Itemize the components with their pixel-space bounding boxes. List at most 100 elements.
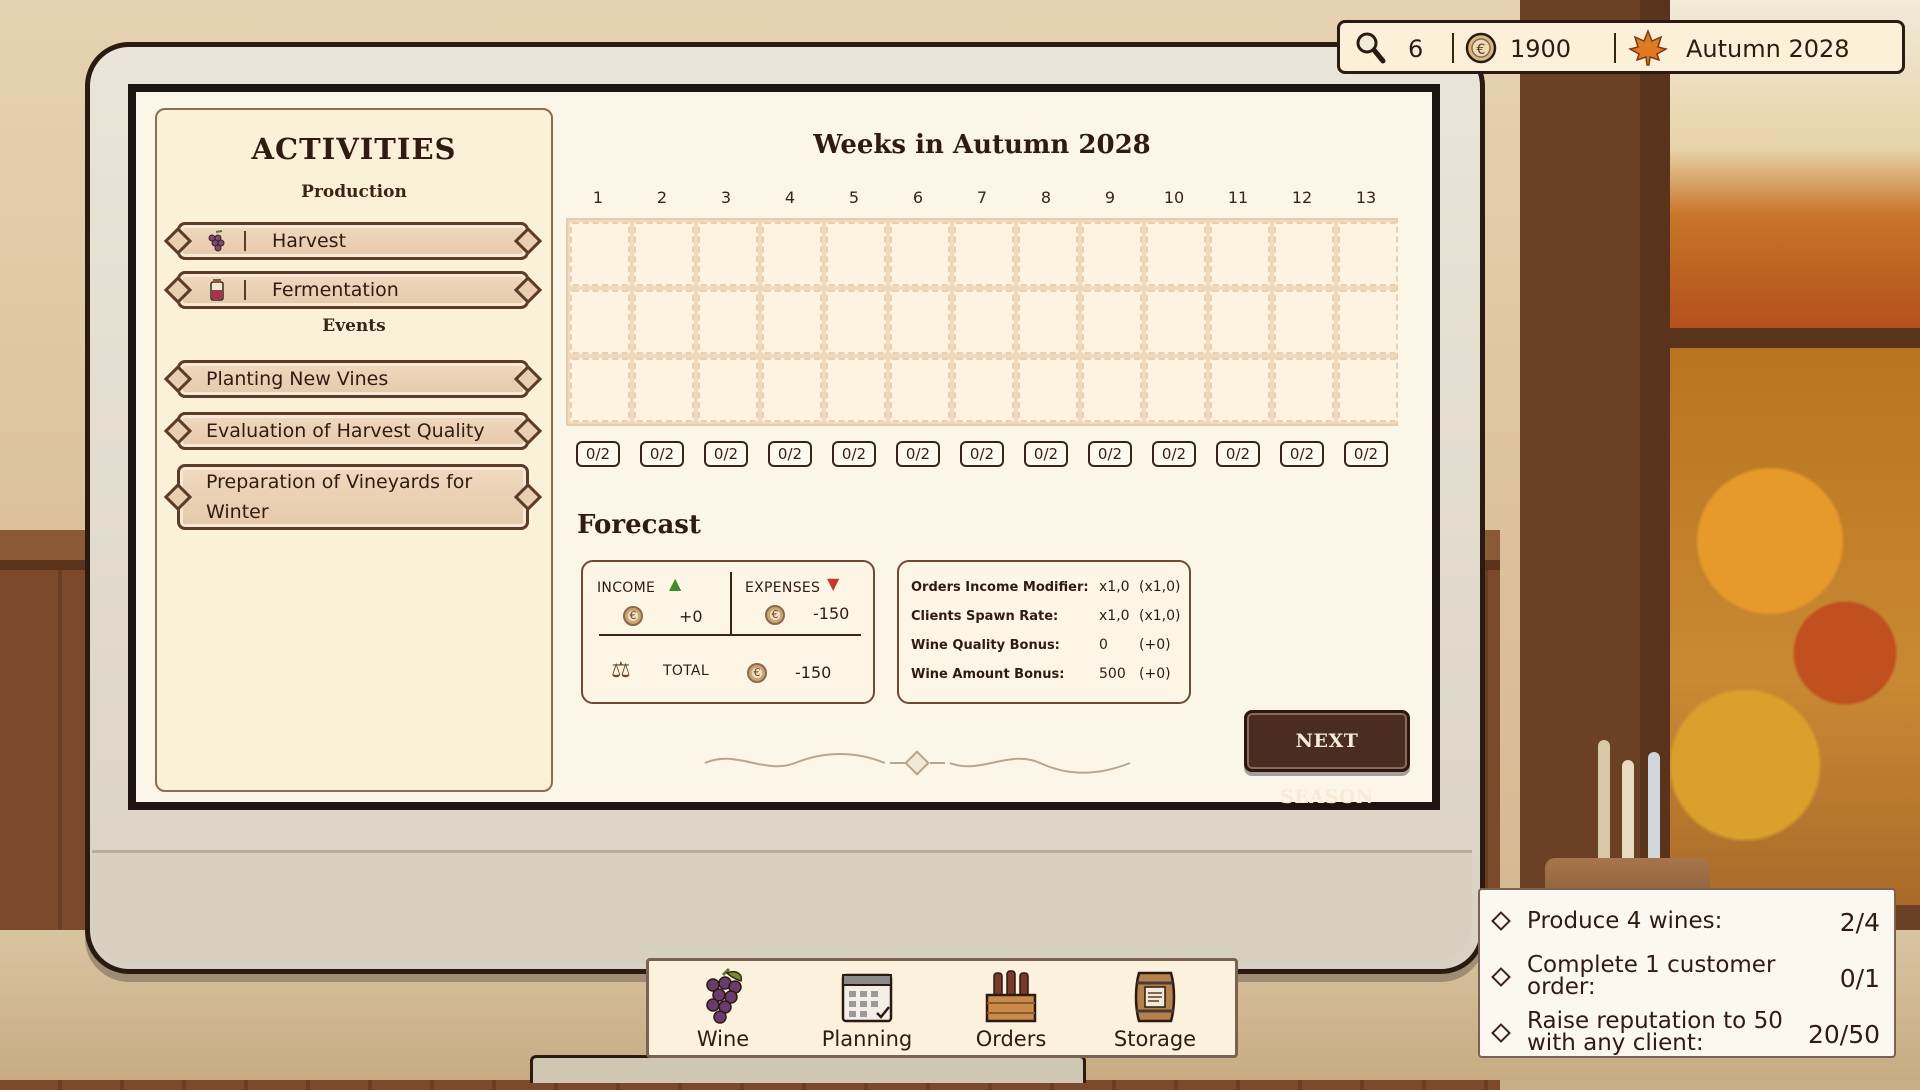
week-slot[interactable] (634, 290, 694, 354)
scales-icon: ⚖ (611, 658, 631, 683)
week-number: 3 (720, 188, 732, 207)
week-number: 12 (1291, 188, 1313, 207)
euro-coin-icon: € (1464, 29, 1498, 77)
week-schedule-grid (566, 218, 1398, 426)
week-slot[interactable] (826, 222, 886, 286)
stat-label: Orders Income Modifier: (911, 580, 1089, 595)
week-number: 6 (912, 188, 924, 207)
week-slot[interactable] (1146, 222, 1206, 286)
fermentation-jar-icon (202, 278, 232, 302)
pencil-icon (1598, 740, 1610, 860)
diamond-bullet-icon (1491, 911, 1511, 931)
stat-label: Wine Quality Bonus: (911, 638, 1060, 653)
event-preparation-vineyards-winter-button[interactable]: Preparation of Vineyards for Winter (177, 464, 529, 530)
week-slot[interactable] (1274, 290, 1334, 354)
week-slot[interactable] (1018, 222, 1078, 286)
week-slot[interactable] (890, 222, 950, 286)
nav-wine-button[interactable]: Wine (653, 961, 793, 1057)
button-divider (244, 231, 246, 251)
week-slot[interactable] (890, 358, 950, 422)
stat-value: 0 (1099, 637, 1108, 653)
stat-value: x1,0 (1099, 579, 1130, 595)
week-slot[interactable] (570, 358, 630, 422)
week-slot[interactable] (1210, 222, 1270, 286)
week-capacity-badge: 0/2 (640, 441, 684, 467)
hud-divider (1614, 33, 1616, 63)
production-label: Production (301, 182, 407, 202)
week-slot[interactable] (762, 358, 822, 422)
week-capacity-badge: 0/2 (1280, 441, 1324, 467)
week-slot[interactable] (1146, 358, 1206, 422)
week-slot[interactable] (1082, 222, 1142, 286)
week-slot[interactable] (954, 290, 1014, 354)
nav-label: Orders (975, 1027, 1047, 1051)
total-value: -150 (795, 663, 832, 682)
week-slot[interactable] (1018, 290, 1078, 354)
week-capacity-badge: 0/2 (1088, 441, 1132, 467)
forecast-title: Forecast (577, 510, 701, 540)
week-capacity-badge: 0/2 (1344, 441, 1388, 467)
stat-label: Wine Amount Bonus: (911, 667, 1065, 682)
week-slot[interactable] (698, 290, 758, 354)
money-value: 1900 (1510, 35, 1572, 63)
week-slot[interactable] (698, 222, 758, 286)
week-slot[interactable] (1210, 358, 1270, 422)
week-slot[interactable] (634, 358, 694, 422)
week-slot[interactable] (1338, 290, 1398, 354)
stat-modifier: (+0) (1139, 666, 1171, 682)
finance-rule (599, 634, 861, 636)
week-number: 8 (1040, 188, 1052, 207)
stat-modifier: (x1,0) (1139, 608, 1181, 624)
goal-text: Produce 4 wines: (1527, 908, 1723, 934)
week-slot[interactable] (1146, 290, 1206, 354)
week-number: 5 (848, 188, 860, 207)
income-up-arrow-icon: ▲ (669, 574, 682, 593)
activity-harvest-button[interactable]: Harvest (177, 222, 529, 260)
week-slot[interactable] (826, 358, 886, 422)
week-slot[interactable] (1018, 358, 1078, 422)
goal-item: Produce 4 wines: 2/4 (1480, 906, 1894, 937)
week-slot[interactable] (1210, 290, 1270, 354)
event-label: Evaluation of Harvest Quality (206, 420, 485, 442)
week-slot[interactable] (1274, 222, 1334, 286)
week-slot[interactable] (954, 358, 1014, 422)
nav-label: Wine (696, 1027, 750, 1051)
diamond-bullet-icon (1491, 1023, 1511, 1043)
week-capacity-badge: 0/2 (1216, 441, 1260, 467)
weeks-title: Weeks in Autumn 2028 (813, 130, 1151, 160)
nav-storage-button[interactable]: Storage (1085, 961, 1225, 1057)
event-label: Planting New Vines (206, 368, 389, 390)
nav-orders-button[interactable]: Orders (941, 961, 1081, 1057)
week-slot[interactable] (762, 222, 822, 286)
activity-label: Fermentation (272, 279, 399, 301)
goal-progress: 0/1 (1839, 964, 1880, 993)
week-slot[interactable] (826, 290, 886, 354)
finance-divider (730, 572, 732, 634)
week-slot[interactable] (762, 290, 822, 354)
week-slot[interactable] (1338, 222, 1398, 286)
activity-fermentation-button[interactable]: Fermentation (177, 271, 529, 309)
week-slot[interactable] (1082, 290, 1142, 354)
week-capacity-badge: 0/2 (1024, 441, 1068, 467)
next-season-button[interactable]: NEXT SEASON (1244, 710, 1410, 808)
week-slot[interactable] (890, 290, 950, 354)
euro-coin-icon: € (747, 663, 767, 683)
ornament-flourish-icon (704, 750, 1131, 776)
week-slot[interactable] (570, 290, 630, 354)
goal-text: Raise reputation to 50 with any client: (1527, 1008, 1783, 1056)
grapes-icon (202, 229, 232, 253)
week-slot[interactable] (954, 222, 1014, 286)
week-slot[interactable] (1082, 358, 1142, 422)
week-number: 10 (1163, 188, 1185, 207)
week-slot[interactable] (1338, 358, 1398, 422)
nav-planning-button[interactable]: Planning (797, 961, 937, 1057)
week-capacity-badge: 0/2 (768, 441, 812, 467)
week-slot[interactable] (1274, 358, 1334, 422)
week-slot[interactable] (698, 358, 758, 422)
event-planting-new-vines-button[interactable]: Planting New Vines (177, 360, 529, 398)
forecast-modifiers-box: Orders Income Modifier: x1,0 (x1,0) Clie… (897, 560, 1191, 704)
event-evaluation-harvest-quality-button[interactable]: Evaluation of Harvest Quality (177, 412, 529, 450)
week-slot[interactable] (570, 222, 630, 286)
week-slot[interactable] (634, 222, 694, 286)
week-number: 1 (592, 188, 604, 207)
